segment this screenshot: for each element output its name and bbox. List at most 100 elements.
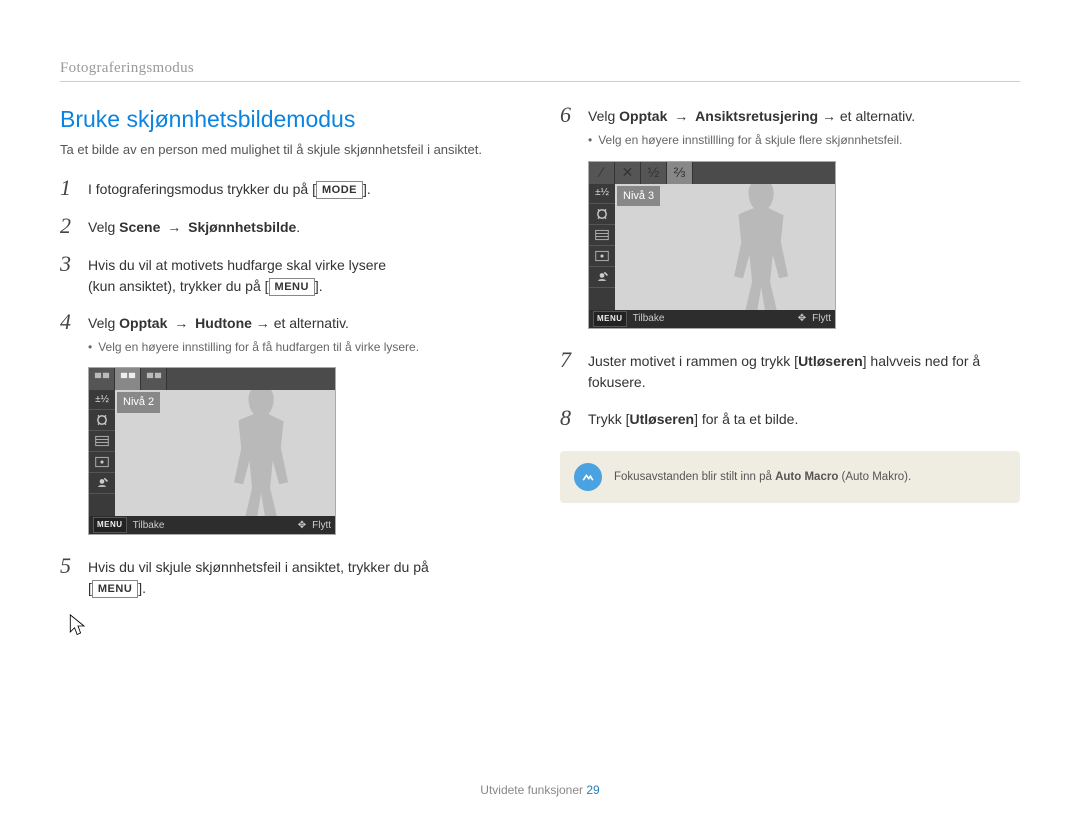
step-number: 3 — [60, 253, 78, 295]
text: Hvis du vil at motivets hudfarge skal vi… — [88, 257, 386, 273]
steps-list-right: 6 Velg Opptak → Ansiktsretusjering → et … — [560, 106, 1020, 431]
step-body: Hvis du vil at motivets hudfarge skal vi… — [88, 255, 520, 297]
step-body: Trykk [Utløseren] for å ta et bilde. — [588, 409, 1020, 431]
bold: Skjønnhetsbilde — [188, 219, 296, 235]
text: ]. — [363, 181, 371, 197]
text: Velg en høyere innstilling for å få hudf… — [98, 340, 419, 356]
text: Fokusavstanden blir stilt inn på — [614, 471, 775, 483]
lcd-bottom-bar: MENU Tilbake ✥ Flytt — [89, 516, 335, 534]
step-number: 6 — [560, 104, 578, 333]
step-number: 2 — [60, 215, 78, 237]
tab-icon: ✕ — [615, 162, 641, 184]
arrow-icon: → — [171, 313, 191, 334]
step-number: 7 — [560, 349, 578, 391]
right-column: 6 Velg Opptak → Ansiktsretusjering → et … — [560, 106, 1020, 615]
step-6: 6 Velg Opptak → Ansiktsretusjering → et … — [560, 106, 1020, 335]
text: Hvis du vil skjule skjønnhetsfeil i ansi… — [88, 559, 429, 575]
step-body: Velg Scene → Skjønnhetsbilde. — [88, 217, 520, 239]
move-label: Flytt — [312, 518, 331, 533]
tab-icon-selected: ⅔ — [667, 162, 693, 184]
text: (kun ansiktet), trykker du på [ — [88, 278, 269, 294]
toolbar-icon: ±½ — [589, 183, 615, 204]
text: Velg — [88, 315, 119, 331]
step-number: 8 — [560, 407, 578, 429]
lcd-figure-retouch: ±½ ⁄ ✕ ½ ⅔ Nivå 3 — [588, 161, 836, 329]
step-body: Juster motivet i rammen og trykk [Utløse… — [588, 351, 1020, 393]
bullet-item: Velg en høyere innstillling for å skjule… — [588, 133, 1020, 149]
note-callout: Fokusavstanden blir stilt inn på Auto Ma… — [560, 451, 1020, 503]
bold: Scene — [119, 219, 160, 235]
step-4: 4 Velg Opptak → Hudtone → et alternativ.… — [60, 313, 520, 542]
arrow-icon: → — [671, 106, 691, 127]
lcd-selected-level: Nivå 3 — [617, 186, 660, 207]
step-number: 5 — [60, 555, 78, 597]
page-number: 29 — [586, 783, 599, 797]
bold: Ansiktsretusjering — [695, 108, 818, 124]
text: . — [296, 219, 300, 235]
person-silhouette-icon — [717, 172, 807, 316]
bold: Opptak — [619, 108, 667, 124]
tab-icon: ½ — [641, 162, 667, 184]
menu-key: MENU — [92, 580, 138, 598]
bold: Auto Macro — [775, 471, 838, 483]
text: Velg en høyere innstillling for å skjule… — [598, 133, 902, 149]
text: Velg — [588, 108, 619, 124]
left-column: Bruke skjønnhetsbildemodus Ta et bilde a… — [60, 106, 520, 615]
step-2: 2 Velg Scene → Skjønnhetsbilde. — [60, 217, 520, 239]
toolbar-icon — [589, 225, 615, 246]
back-label: Tilbake — [633, 311, 665, 326]
lcd-left-toolbar: ±½ — [89, 368, 115, 516]
move-label: Flytt — [812, 311, 831, 326]
text: → et alternativ. — [252, 315, 349, 331]
toolbar-icon: ±½ — [89, 389, 115, 410]
bold: Utløseren — [629, 411, 694, 427]
intro-text: Ta et bilde av en person med mulighet ti… — [60, 141, 520, 159]
step-1: 1 I fotograferingsmodus trykker du på [M… — [60, 179, 520, 201]
step-number: 1 — [60, 177, 78, 199]
lcd-bottom-bar: MENU Tilbake ✥ Flytt — [589, 310, 835, 328]
step-8: 8 Trykk [Utløseren] for å ta et bilde. — [560, 409, 1020, 431]
step-7: 7 Juster motivet i rammen og trykk [Utlø… — [560, 351, 1020, 393]
step-3: 3 Hvis du vil at motivets hudfarge skal … — [60, 255, 520, 297]
section-label: Fotograferingsmodus — [60, 60, 1020, 77]
lcd-screen — [115, 368, 335, 516]
text: → et alternativ. — [818, 108, 915, 124]
toolbar-icon — [589, 246, 615, 267]
lcd-figure-hudtone: ±½ Nivå 2 MENU — [88, 367, 336, 535]
lcd-screen — [615, 162, 835, 310]
content-columns: Bruke skjønnhetsbildemodus Ta et bilde a… — [60, 106, 1020, 615]
arrow-icon: → — [164, 217, 184, 238]
step-number: 4 — [60, 311, 78, 540]
lcd-selected-level: Nivå 2 — [117, 392, 160, 413]
page-title: Bruke skjønnhetsbildemodus — [60, 106, 520, 133]
divider — [60, 81, 1020, 82]
lcd-top-tabs: ⁄ ✕ ½ ⅔ — [589, 162, 835, 184]
dpad-icon: ✥ — [298, 518, 306, 533]
text: Trykk [ — [588, 411, 629, 427]
step-body: Velg Opptak → Ansiktsretusjering → et al… — [588, 106, 1020, 335]
info-icon — [574, 463, 602, 491]
toolbar-icon — [89, 473, 115, 494]
mouse-cursor-icon — [69, 614, 87, 638]
menu-chip: MENU — [93, 517, 127, 533]
menu-chip: MENU — [593, 311, 627, 327]
toolbar-icon — [89, 452, 115, 473]
footer-label: Utvidete funksjoner — [480, 783, 583, 797]
tab-icon: ⁄ — [589, 162, 615, 184]
page-footer: Utvidete funksjoner 29 — [0, 783, 1080, 797]
mode-key: MODE — [316, 181, 363, 199]
menu-key: MENU — [269, 278, 315, 296]
lcd-left-toolbar: ±½ — [589, 162, 615, 310]
text: Velg — [88, 219, 119, 235]
step-body: I fotograferingsmodus trykker du på [MOD… — [88, 179, 520, 201]
toolbar-icon — [589, 267, 615, 288]
bold: Hudtone — [195, 315, 252, 331]
tab-icon — [89, 368, 115, 390]
lcd-top-tabs — [89, 368, 335, 390]
bold: Utløseren — [798, 353, 863, 369]
text: ] for å ta et bilde. — [694, 411, 798, 427]
note-text: Fokusavstanden blir stilt inn på Auto Ma… — [614, 471, 911, 483]
text: ]. — [138, 580, 146, 596]
bold: Opptak — [119, 315, 167, 331]
person-silhouette-icon — [217, 378, 307, 522]
